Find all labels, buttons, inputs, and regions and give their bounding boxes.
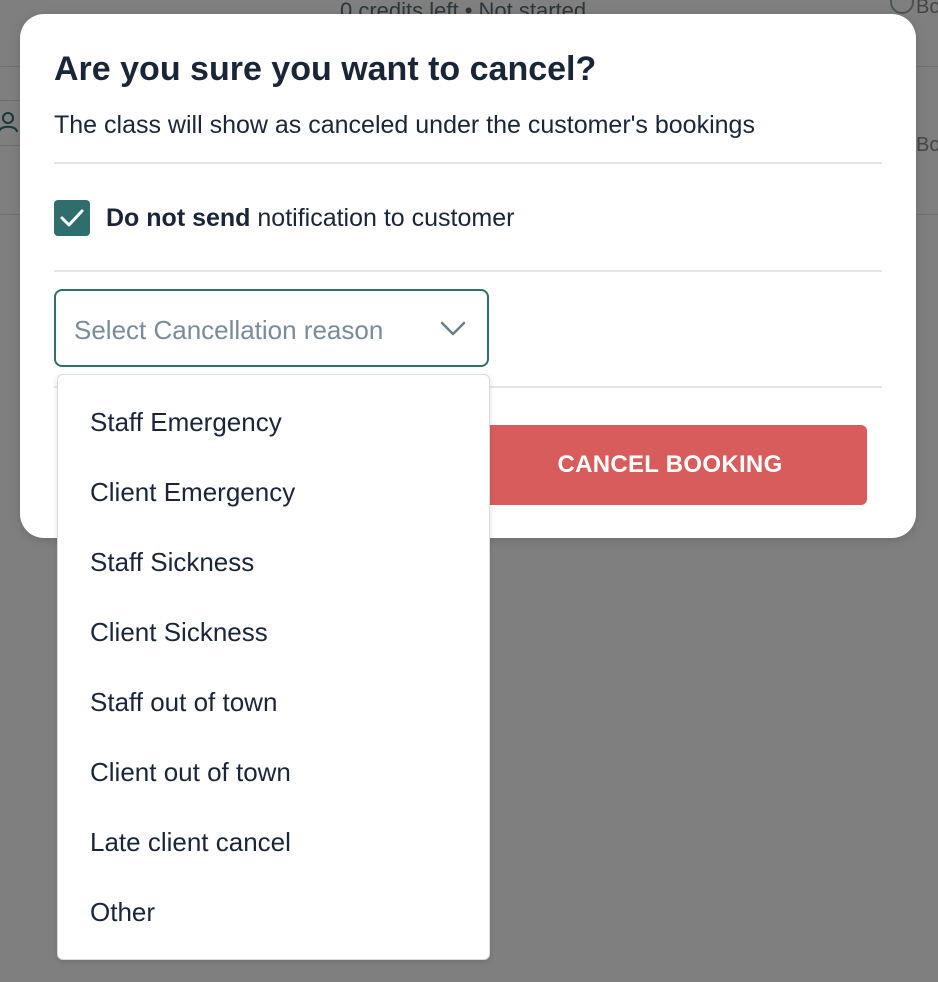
cancellation-reason-dropdown: Staff Emergency Client Emergency Staff S… — [57, 374, 490, 960]
select-placeholder: Select Cancellation reason — [74, 315, 384, 345]
dropdown-option-staff-sickness[interactable]: Staff Sickness — [90, 547, 254, 587]
divider — [54, 270, 882, 272]
dropdown-option-client-emergency[interactable]: Client Emergency — [90, 477, 295, 517]
notification-checkbox-label[interactable]: Do not send notification to customer — [106, 204, 514, 233]
cancel-booking-button[interactable]: CANCEL BOOKING — [463, 425, 867, 505]
checkbox-label-rest: notification to customer — [250, 203, 515, 232]
dropdown-option-late-client-cancel[interactable]: Late client cancel — [90, 827, 291, 867]
chevron-down-icon — [440, 321, 466, 336]
check-icon — [60, 209, 84, 227]
dropdown-option-other[interactable]: Other — [90, 897, 155, 937]
dropdown-option-client-sickness[interactable]: Client Sickness — [90, 617, 268, 657]
dropdown-option-client-out-of-town[interactable]: Client out of town — [90, 757, 291, 797]
modal-subtitle: The class will show as canceled under th… — [54, 111, 755, 139]
do-not-send-checkbox[interactable] — [54, 200, 90, 236]
dropdown-option-staff-emergency[interactable]: Staff Emergency — [90, 407, 282, 447]
modal-title: Are you sure you want to cancel? — [54, 50, 597, 88]
divider — [54, 162, 882, 164]
notification-checkbox-row[interactable]: Do not send notification to customer — [54, 200, 514, 236]
dropdown-option-staff-out-of-town[interactable]: Staff out of town — [90, 687, 277, 727]
checkbox-label-bold: Do not send — [106, 203, 251, 232]
cancellation-reason-select[interactable]: Select Cancellation reason — [54, 289, 489, 367]
